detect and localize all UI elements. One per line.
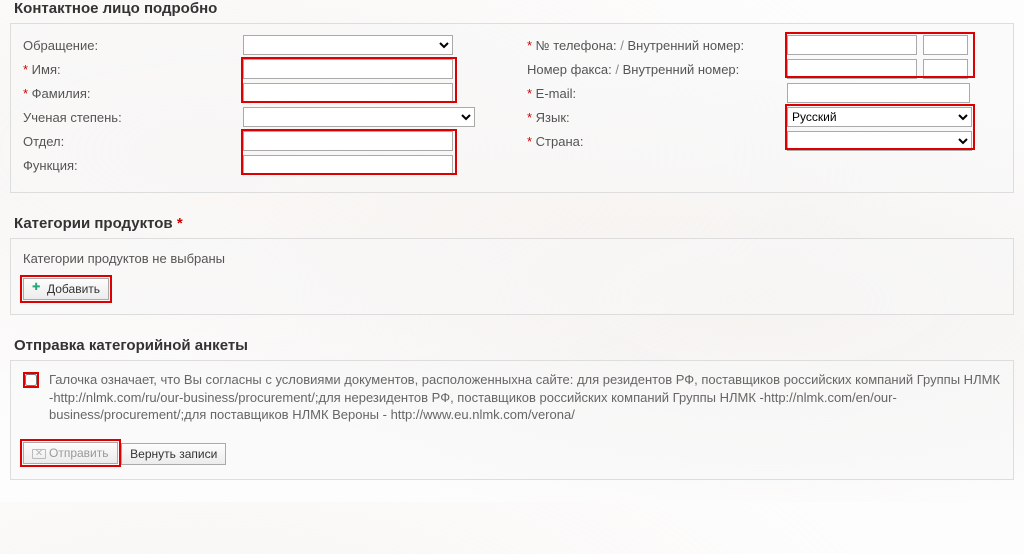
contact-col-right: * № телефона: / Внутренний номер: Номер …	[527, 34, 1001, 178]
degree-select[interactable]	[243, 107, 475, 127]
language-select[interactable]: Русский	[787, 107, 972, 127]
submit-panel: Галочка означает, что Вы согласны с усло…	[10, 360, 1014, 480]
categories-panel: Категории продуктов не выбраны Добавить	[10, 238, 1014, 315]
label-first-name: * Имя:	[23, 62, 243, 77]
fax-ext-input[interactable]	[923, 59, 968, 79]
label-last-name: * Фамилия:	[23, 86, 243, 101]
plus-icon	[32, 283, 44, 295]
categories-empty-msg: Категории продуктов не выбраны	[23, 249, 1001, 278]
label-country: * Страна:	[527, 134, 787, 149]
agree-checkbox-highlight	[23, 372, 39, 388]
send-button[interactable]: Отправить	[23, 442, 118, 464]
label-degree: Ученая степень:	[23, 110, 243, 125]
add-category-button[interactable]: Добавить	[23, 278, 109, 300]
salutation-select[interactable]	[243, 35, 453, 55]
contact-col-left: Обращение: * Имя: * Фамилия: Ученая степ…	[23, 34, 497, 178]
email-input[interactable]	[787, 83, 970, 103]
label-salutation: Обращение:	[23, 38, 243, 53]
contact-section-title: Контактное лицо подробно	[0, 0, 1024, 23]
last-name-input[interactable]	[243, 83, 453, 103]
department-input[interactable]	[243, 131, 453, 151]
reset-button[interactable]: Вернуть записи	[121, 443, 226, 465]
fax-input[interactable]	[787, 59, 917, 79]
categories-section-title: Категории продуктов *	[0, 215, 1024, 238]
label-function: Функция:	[23, 158, 243, 173]
mail-icon	[32, 449, 46, 459]
agree-checkbox[interactable]	[25, 374, 37, 386]
label-fax: Номер факса: / Внутренний номер:	[527, 62, 787, 77]
label-phone: * № телефона: / Внутренний номер:	[527, 38, 787, 53]
phone-input[interactable]	[787, 35, 917, 55]
phone-ext-input[interactable]	[923, 35, 968, 55]
submit-section-title: Отправка категорийной анкеты	[0, 337, 1024, 360]
function-input[interactable]	[243, 155, 453, 175]
agree-text: Галочка означает, что Вы согласны с усло…	[49, 371, 1001, 424]
contact-panel: Обращение: * Имя: * Фамилия: Ученая степ…	[10, 23, 1014, 193]
label-department: Отдел:	[23, 134, 243, 149]
label-language: * Язык:	[527, 110, 787, 125]
label-email: * E-mail:	[527, 86, 787, 101]
first-name-input[interactable]	[243, 59, 453, 79]
country-select[interactable]	[787, 131, 972, 151]
